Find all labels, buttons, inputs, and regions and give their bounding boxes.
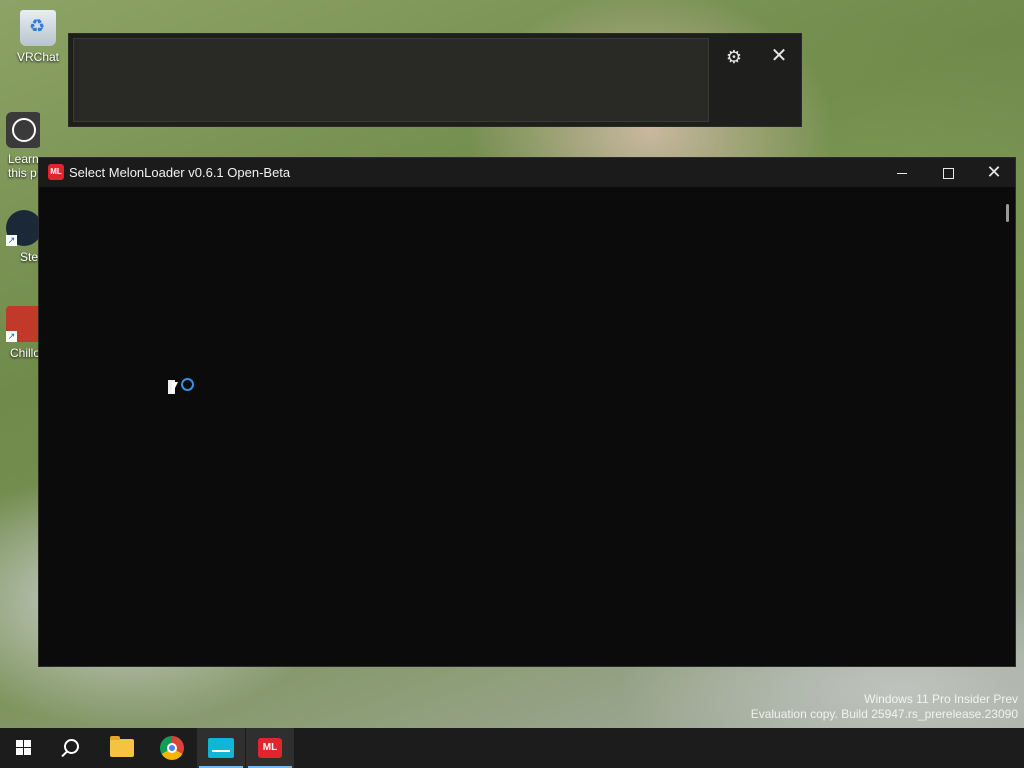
minimize-icon <box>897 172 907 174</box>
recycle-bin-icon <box>20 10 56 46</box>
search-icon <box>64 739 79 754</box>
taskbar-file-explorer[interactable] <box>98 728 146 768</box>
shortcut-arrow-icon: ↗ <box>6 331 17 342</box>
desktop-icon-label: Learn this p <box>8 152 39 180</box>
learn-about-picture-icon <box>6 112 40 148</box>
overlay-panel: ⚙ ✕ <box>68 33 802 127</box>
search-button[interactable] <box>48 728 96 768</box>
scrollbar-thumb[interactable] <box>1006 204 1009 222</box>
desktop-icon-learn[interactable]: Learn this p <box>6 112 40 180</box>
desktop-icon-label: Chillo <box>10 346 40 360</box>
close-button[interactable]: ✕ <box>971 158 1017 187</box>
overlay-content-area <box>73 38 709 122</box>
terminal-icon <box>208 738 234 758</box>
melonloader-window: ML Select MelonLoader v0.6.1 Open-Beta ✕ <box>38 157 1016 667</box>
taskbar-terminal[interactable] <box>197 728 245 768</box>
desktop-icon-steam[interactable]: ↗ Ste <box>6 210 40 264</box>
mouse-pointer-icon <box>172 382 178 394</box>
shortcut-arrow-icon: ↗ <box>6 235 17 246</box>
melonloader-icon: ML <box>258 738 282 758</box>
chrome-icon <box>160 736 184 760</box>
start-button[interactable] <box>0 728 48 768</box>
window-title: Select MelonLoader v0.6.1 Open-Beta <box>69 165 291 180</box>
taskbar-melonloader[interactable]: ML <box>246 728 294 768</box>
melonloader-app-icon: ML <box>48 164 64 180</box>
desktop-icon-chillo[interactable]: ↗ Chillo <box>6 306 40 360</box>
minimize-button[interactable] <box>879 158 925 187</box>
overlay-close-icon[interactable]: ✕ <box>769 46 789 66</box>
windows-watermark: Windows 11 Pro Insider Prev Evaluation c… <box>751 692 1018 722</box>
windows-start-icon <box>16 740 32 756</box>
maximize-icon <box>942 167 954 179</box>
desktop-icon-label: Ste <box>20 250 39 264</box>
busy-spinner-icon <box>181 378 194 391</box>
desktop-icon-label: VRChat <box>16 50 60 64</box>
chillo-app-icon: ↗ <box>6 306 40 342</box>
close-icon: ✕ <box>986 162 1002 182</box>
watermark-line-2: Evaluation copy. Build 25947.rs_prerelea… <box>750 707 1018 721</box>
window-titlebar[interactable]: ML Select MelonLoader v0.6.1 Open-Beta ✕ <box>39 158 1015 187</box>
settings-gear-icon[interactable]: ⚙ <box>725 48 743 66</box>
folder-icon <box>110 736 134 757</box>
taskbar: ML <box>0 728 1024 768</box>
maximize-button[interactable] <box>925 158 971 187</box>
steam-icon: ↗ <box>6 210 40 246</box>
watermark-line-1: Windows 11 Pro Insider Prev <box>864 692 1018 706</box>
taskbar-chrome[interactable] <box>148 728 196 768</box>
desktop-icon-recycle-bin[interactable]: VRChat <box>6 10 70 64</box>
